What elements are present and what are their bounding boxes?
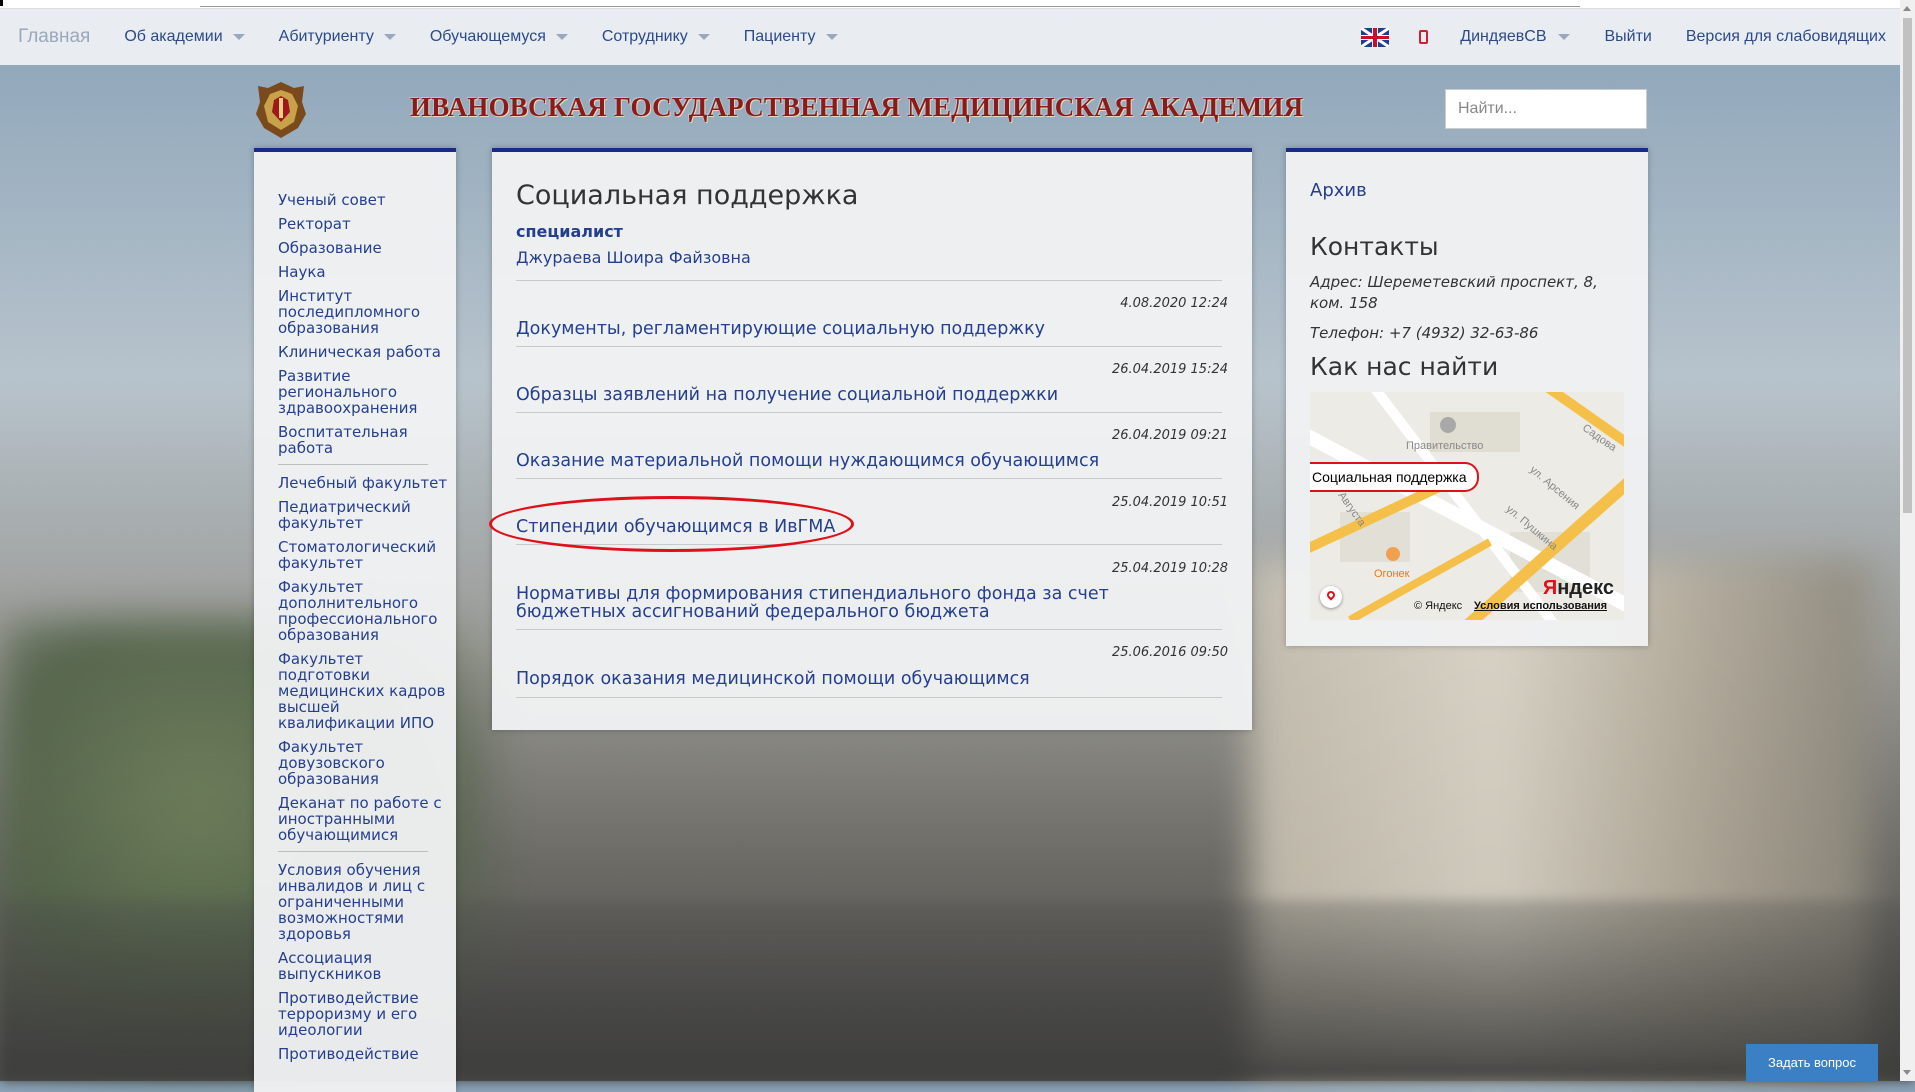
divider	[516, 478, 1222, 479]
divider	[516, 697, 1222, 698]
scroll-down-icon[interactable]	[1903, 1070, 1911, 1075]
doc-date: 25.06.2016 09:50	[1111, 645, 1228, 660]
divider	[516, 346, 1222, 347]
doc-link-material-aid[interactable]: Оказание материальной помощи нуждающимся…	[516, 452, 1216, 470]
site-title: ИВАНОВСКАЯ ГОСУДАРСТВЕННАЯ МЕДИЦИНСКАЯ А…	[410, 92, 1304, 122]
sidebar-item-pediatric-faculty[interactable]: Педиатрический факультет	[278, 499, 448, 531]
yandex-logo-letter: Я	[1542, 577, 1558, 599]
sidebar-item-anti-terrorism[interactable]: Противодействие терроризму и его идеолог…	[278, 990, 448, 1038]
chevron-down-icon	[825, 34, 838, 40]
right-sidebar: Архив Контакты Адрес: Шереметевский прос…	[1286, 148, 1648, 646]
doc-date: 25.04.2019 10:51	[1111, 495, 1228, 510]
doc-link-scholarship-fund-norms[interactable]: Нормативы для формирования стипендиально…	[516, 585, 1216, 621]
map-balloon[interactable]: Социальная поддержка	[1310, 462, 1479, 492]
sidebar-item-counteraction[interactable]: Противодействие	[278, 1046, 448, 1062]
chevron-down-icon	[555, 34, 568, 40]
yandex-map[interactable]: Правительство Садова ул. Арсения ул. Пуш…	[1310, 392, 1624, 620]
map-label: Правительство	[1406, 440, 1484, 452]
scroll-thumb[interactable]	[1903, 18, 1912, 513]
page-title: Социальная поддержка	[516, 180, 859, 211]
top-navbar: Главная Об академии Абитуриенту Обучающе…	[0, 9, 1900, 65]
nav-applicant[interactable]: Абитуриенту	[279, 28, 396, 46]
sidebar-item-dental-faculty[interactable]: Стоматологический факультет	[278, 539, 448, 571]
accessibility-version-link[interactable]: Версия для слабовидящих	[1686, 28, 1886, 46]
map-terms-link[interactable]: Условия использования	[1474, 600, 1607, 612]
sidebar-item-educational-work[interactable]: Воспитательная работа	[278, 424, 448, 456]
divider	[516, 412, 1222, 413]
sidebar-item-disabled-conditions[interactable]: Условия обучения инвалидов и лиц с огран…	[278, 862, 448, 942]
scroll-up-icon[interactable]	[1903, 6, 1911, 11]
chevron-down-icon	[1558, 34, 1571, 40]
contact-address: Адрес: Шереметевский проспект, 8, ком. 1…	[1310, 273, 1598, 312]
nav-patient-label: Пациенту	[743, 28, 816, 45]
sidebar-item-rectorate[interactable]: Ректорат	[278, 216, 448, 232]
user-name: ДиндяевСВ	[1460, 28, 1547, 45]
sidebar-item-additional-education-faculty[interactable]: Факультет дополнительного профессиональн…	[278, 579, 448, 643]
red-highlight-ellipse	[489, 496, 854, 552]
doc-date: 4.08.2020 12:24	[1120, 296, 1228, 311]
sidebar-divider	[278, 464, 428, 465]
nav-about[interactable]: Об академии	[124, 28, 245, 46]
sidebar-item-higher-qualification-faculty[interactable]: Факультет подготовки медицинских кадров …	[278, 651, 448, 731]
chevron-down-icon	[383, 34, 396, 40]
chevron-down-icon	[697, 34, 710, 40]
doc-date: 25.04.2019 10:28	[1111, 561, 1228, 576]
logout-link[interactable]: Выйти	[1604, 28, 1651, 46]
sidebar-item-postgraduate-institute[interactable]: Институт последипломного образования	[278, 288, 448, 336]
sidebar-item-regional-healthcare[interactable]: Развитие регионального здравоохранения	[278, 368, 448, 416]
specialist-role-link[interactable]: специалист	[516, 222, 623, 241]
sidebar-item-preuniversity-faculty[interactable]: Факультет довузовского образования	[278, 739, 448, 787]
doc-date: 26.04.2019 09:21	[1111, 428, 1228, 443]
yandex-logo-rest: ндекс	[1557, 577, 1614, 599]
nav-student[interactable]: Обучающемуся	[430, 28, 568, 46]
nav-about-label: Об академии	[124, 28, 223, 45]
user-menu[interactable]: ДиндяевСВ	[1460, 28, 1571, 46]
sidebar-divider	[278, 851, 428, 852]
nav-home-link[interactable]: Главная	[18, 26, 90, 48]
nav-applicant-label: Абитуриенту	[278, 28, 374, 45]
sidebar-item-alumni-association[interactable]: Ассоциация выпускников	[278, 950, 448, 982]
main-content: Социальная поддержка специалист Джураева…	[492, 148, 1252, 730]
nav-employee-label: Сотруднику	[601, 28, 688, 45]
page-scrollbar[interactable]	[1900, 0, 1915, 1081]
map-copyright: © Яндекс	[1414, 600, 1463, 612]
contacts-heading: Контакты	[1310, 232, 1439, 261]
doc-link-medical-care[interactable]: Порядок оказания медицинской помощи обуч…	[516, 670, 1216, 688]
academy-emblem-icon[interactable]	[254, 80, 308, 140]
ask-question-button[interactable]: Задать вопрос	[1746, 1044, 1878, 1081]
doc-link-application-samples[interactable]: Образцы заявлений на получение социально…	[516, 386, 1216, 404]
nav-student-label: Обучающемуся	[429, 28, 546, 45]
doc-link-regulations[interactable]: Документы, регламентирующие социальную п…	[516, 320, 1216, 338]
sidebar-item-clinical-work[interactable]: Клиническая работа	[278, 344, 448, 360]
chevron-down-icon	[232, 34, 245, 40]
map-pin-icon[interactable]	[1320, 586, 1342, 608]
yandex-logo: Яндекс	[1543, 577, 1614, 600]
nav-right-group: ДиндяевСВ Выйти Версия для слабовидящих	[1361, 9, 1900, 65]
nav-patient[interactable]: Пациенту	[744, 28, 838, 46]
sidebar-item-foreign-students-dean[interactable]: Деканат по работе с иностранными обучающ…	[278, 795, 448, 843]
sidebar-item-academic-council[interactable]: Ученый совет	[278, 192, 448, 208]
left-sidebar: Ученый совет Ректорат Образование Наука …	[254, 148, 456, 1092]
uk-flag-icon[interactable]	[1361, 27, 1390, 47]
doc-date: 26.04.2019 15:24	[1111, 362, 1228, 377]
search-input[interactable]	[1445, 89, 1647, 129]
map-label: Огонек	[1374, 568, 1410, 580]
sidebar-item-science[interactable]: Наука	[278, 264, 448, 280]
mobile-icon[interactable]	[1419, 30, 1429, 44]
nav-employee[interactable]: Сотруднику	[602, 28, 710, 46]
archive-link[interactable]: Архив	[1310, 180, 1367, 201]
divider	[516, 629, 1222, 630]
browser-top-edge	[0, 0, 1915, 9]
specialist-name-link[interactable]: Джураева Шоира Файзовна	[516, 248, 751, 267]
divider	[516, 280, 1222, 281]
sidebar-menu: Ученый совет Ректорат Образование Наука …	[278, 192, 448, 1070]
find-us-heading: Как нас найти	[1310, 352, 1499, 381]
sidebar-item-medical-faculty[interactable]: Лечебный факультет	[278, 475, 448, 491]
sidebar-item-education[interactable]: Образование	[278, 240, 448, 256]
contact-phone: Телефон: +7 (4932) 32-63-86	[1310, 324, 1539, 342]
